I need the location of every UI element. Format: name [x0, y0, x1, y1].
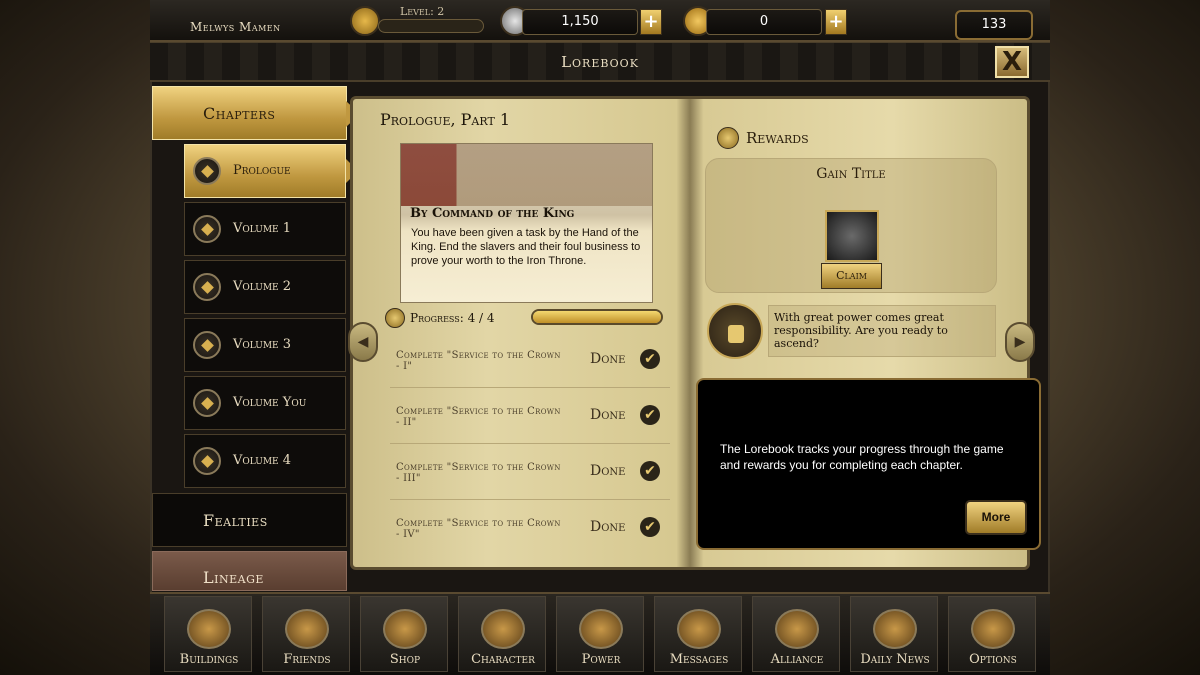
- story-illustration: [400, 143, 653, 303]
- more-button[interactable]: More: [965, 500, 1027, 535]
- sidebar-item-label: Volume 1: [233, 221, 292, 236]
- sidebar-item-prologue[interactable]: Prologue: [184, 144, 358, 198]
- lorebook-header: Lorebook X: [150, 42, 1050, 82]
- previous-page-arrow-icon[interactable]: ◀: [348, 322, 378, 362]
- task-status: Done: [590, 463, 626, 479]
- task-status: Done: [590, 407, 626, 423]
- close-button[interactable]: X: [995, 46, 1029, 78]
- checkmark-icon: ✔: [640, 405, 660, 425]
- sidebar-item-label: Prologue: [233, 163, 291, 178]
- story-text: You have been given a task by the Hand o…: [411, 227, 641, 267]
- player-name: Melwys Mamen: [190, 20, 281, 34]
- diamond-icon: [193, 447, 221, 475]
- alliance-lock-icon: [775, 609, 819, 649]
- diamond-icon: [193, 215, 221, 243]
- rewards-title: Rewards: [746, 129, 809, 147]
- tab-chapters[interactable]: Chapters: [152, 86, 360, 140]
- character-portrait-icon: [481, 609, 525, 649]
- trumpet-banner-icon: [873, 609, 917, 649]
- progress-label: Progress: 4 / 4: [410, 311, 495, 325]
- nav-options[interactable]: Options: [948, 596, 1036, 672]
- quill-inkwell-icon: [707, 303, 763, 359]
- rewards-icon: [717, 127, 739, 149]
- task-text: Complete "Service to the Crown - I": [396, 350, 561, 372]
- task-row: Complete "Service to the Crown - II" Don…: [390, 394, 670, 444]
- next-page-arrow-icon[interactable]: ▶: [1005, 322, 1035, 362]
- task-text: Complete "Service to the Crown - IV": [396, 518, 561, 540]
- progress-bar: [531, 309, 663, 325]
- nav-character[interactable]: Character: [458, 596, 546, 672]
- nav-label: Alliance: [770, 652, 824, 667]
- nav-label: Shop: [389, 652, 421, 667]
- sidebar-item-label: Volume 2: [233, 279, 292, 294]
- level-progress-bar: [378, 19, 484, 33]
- tab-fealties[interactable]: Fealties: [152, 493, 347, 547]
- add-silver-button[interactable]: +: [640, 9, 662, 35]
- level-wing-icon: [350, 6, 380, 36]
- task-row: Complete "Service to the Crown - IV" Don…: [390, 506, 670, 556]
- sidebar-item-label: Volume 3: [233, 337, 292, 352]
- task-text: Complete "Service to the Crown - III": [396, 462, 561, 484]
- level-label: Level: 2: [400, 5, 445, 18]
- nav-label: Power: [581, 652, 621, 667]
- tooltip-text: The Lorebook tracks your progress throug…: [720, 442, 1004, 472]
- gain-title-label: Gain Title: [816, 166, 886, 182]
- diamond-icon: [193, 389, 221, 417]
- task-row: Complete "Service to the Crown - III" Do…: [390, 450, 670, 500]
- progress-fill: [533, 311, 661, 323]
- nav-friends[interactable]: Friends: [262, 596, 350, 672]
- sidebar-item-volume-1[interactable]: Volume 1: [184, 202, 346, 256]
- buildings-icon: [187, 609, 231, 649]
- keys-icon: [971, 609, 1015, 649]
- scroll-icon: [385, 308, 405, 328]
- claim-button[interactable]: Claim: [821, 263, 882, 289]
- sidebar-item-label: Volume 4: [233, 453, 292, 468]
- task-status: Done: [590, 351, 626, 367]
- task-status: Done: [590, 519, 626, 535]
- resource-counter[interactable]: 133: [955, 10, 1033, 40]
- nav-shop[interactable]: Shop: [360, 596, 448, 672]
- nav-power[interactable]: Power: [556, 596, 644, 672]
- checkmark-icon: ✔: [640, 349, 660, 369]
- nav-label: Options: [969, 652, 1017, 667]
- nav-alliance[interactable]: Alliance: [752, 596, 840, 672]
- lorebook-title: Lorebook: [561, 53, 639, 71]
- handshake-icon: [285, 609, 329, 649]
- gold-amount: 0: [706, 9, 822, 35]
- nav-messages[interactable]: Messages: [654, 596, 742, 672]
- checkmark-icon: ✔: [640, 461, 660, 481]
- story-title: By Command of the King: [410, 206, 575, 221]
- silver-amount: 1,150: [522, 9, 638, 35]
- sidebar-item-volume-2[interactable]: Volume 2: [184, 260, 346, 314]
- task-text: Complete "Service to the Crown - II": [396, 406, 561, 428]
- diamond-icon: [193, 331, 221, 359]
- nav-label: Friends: [283, 652, 331, 667]
- sidebar-item-label: Volume You: [233, 395, 307, 410]
- sidebar-item-volume-3[interactable]: Volume 3: [184, 318, 346, 372]
- sidebar-item-volume-you[interactable]: Volume You: [184, 376, 346, 430]
- nav-buildings[interactable]: Buildings: [164, 596, 252, 672]
- task-row: Complete "Service to the Crown - I" Done…: [390, 338, 670, 388]
- sidebar-item-volume-4[interactable]: Volume 4: [184, 434, 346, 488]
- castle-image: [401, 144, 652, 206]
- coin-bag-icon: [383, 609, 427, 649]
- raven-icon: [677, 609, 721, 649]
- nav-daily-news[interactable]: Daily News: [850, 596, 938, 672]
- nav-label: Buildings: [179, 652, 239, 667]
- diamond-icon: [193, 273, 221, 301]
- throne-icon: [579, 609, 623, 649]
- page-title: Prologue, Part 1: [380, 110, 511, 129]
- nav-label: Daily News: [860, 652, 930, 667]
- checkmark-icon: ✔: [640, 517, 660, 537]
- nav-label: Character: [471, 652, 535, 667]
- quote-text: With great power comes great responsibil…: [774, 311, 948, 350]
- add-gold-button[interactable]: +: [825, 9, 847, 35]
- tab-lineage[interactable]: Lineage: [152, 551, 347, 591]
- nav-label: Messages: [669, 652, 729, 667]
- iron-throne-icon: [825, 210, 879, 262]
- top-bar: Melwys Mamen Level: 2 1,150 + 0 + 133: [150, 0, 1050, 42]
- diamond-icon: [193, 157, 221, 185]
